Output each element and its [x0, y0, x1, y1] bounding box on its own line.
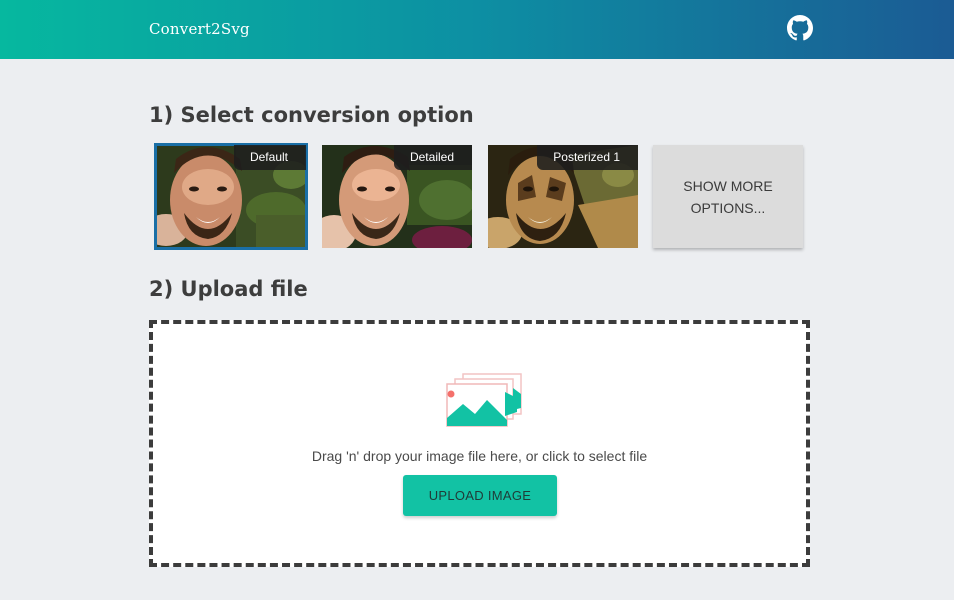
brand-logo[interactable]: Convert2Svg: [149, 20, 250, 38]
app-header: Convert2Svg: [0, 0, 954, 59]
option-default[interactable]: Default: [154, 143, 308, 250]
step1-title: 1) Select conversion option: [149, 103, 474, 127]
option-posterized-1[interactable]: Posterized 1: [488, 145, 638, 248]
images-icon: [446, 373, 522, 427]
option-label: Detailed: [393, 145, 472, 170]
option-detailed[interactable]: Detailed: [322, 145, 472, 248]
show-more-options-button[interactable]: SHOW MORE OPTIONS...: [653, 145, 803, 248]
file-dropzone[interactable]: Drag 'n' drop your image file here, or c…: [149, 320, 810, 567]
dropzone-instructions: Drag 'n' drop your image file here, or c…: [311, 448, 648, 464]
step2-title: 2) Upload file: [149, 277, 308, 301]
show-more-line-2: OPTIONS...: [690, 199, 766, 216]
option-label: Posterized 1: [537, 145, 638, 170]
show-more-line-1: SHOW MORE: [683, 177, 773, 194]
github-icon[interactable]: [787, 15, 813, 41]
upload-image-button[interactable]: UPLOAD IMAGE: [403, 475, 557, 516]
option-label: Default: [233, 145, 306, 170]
